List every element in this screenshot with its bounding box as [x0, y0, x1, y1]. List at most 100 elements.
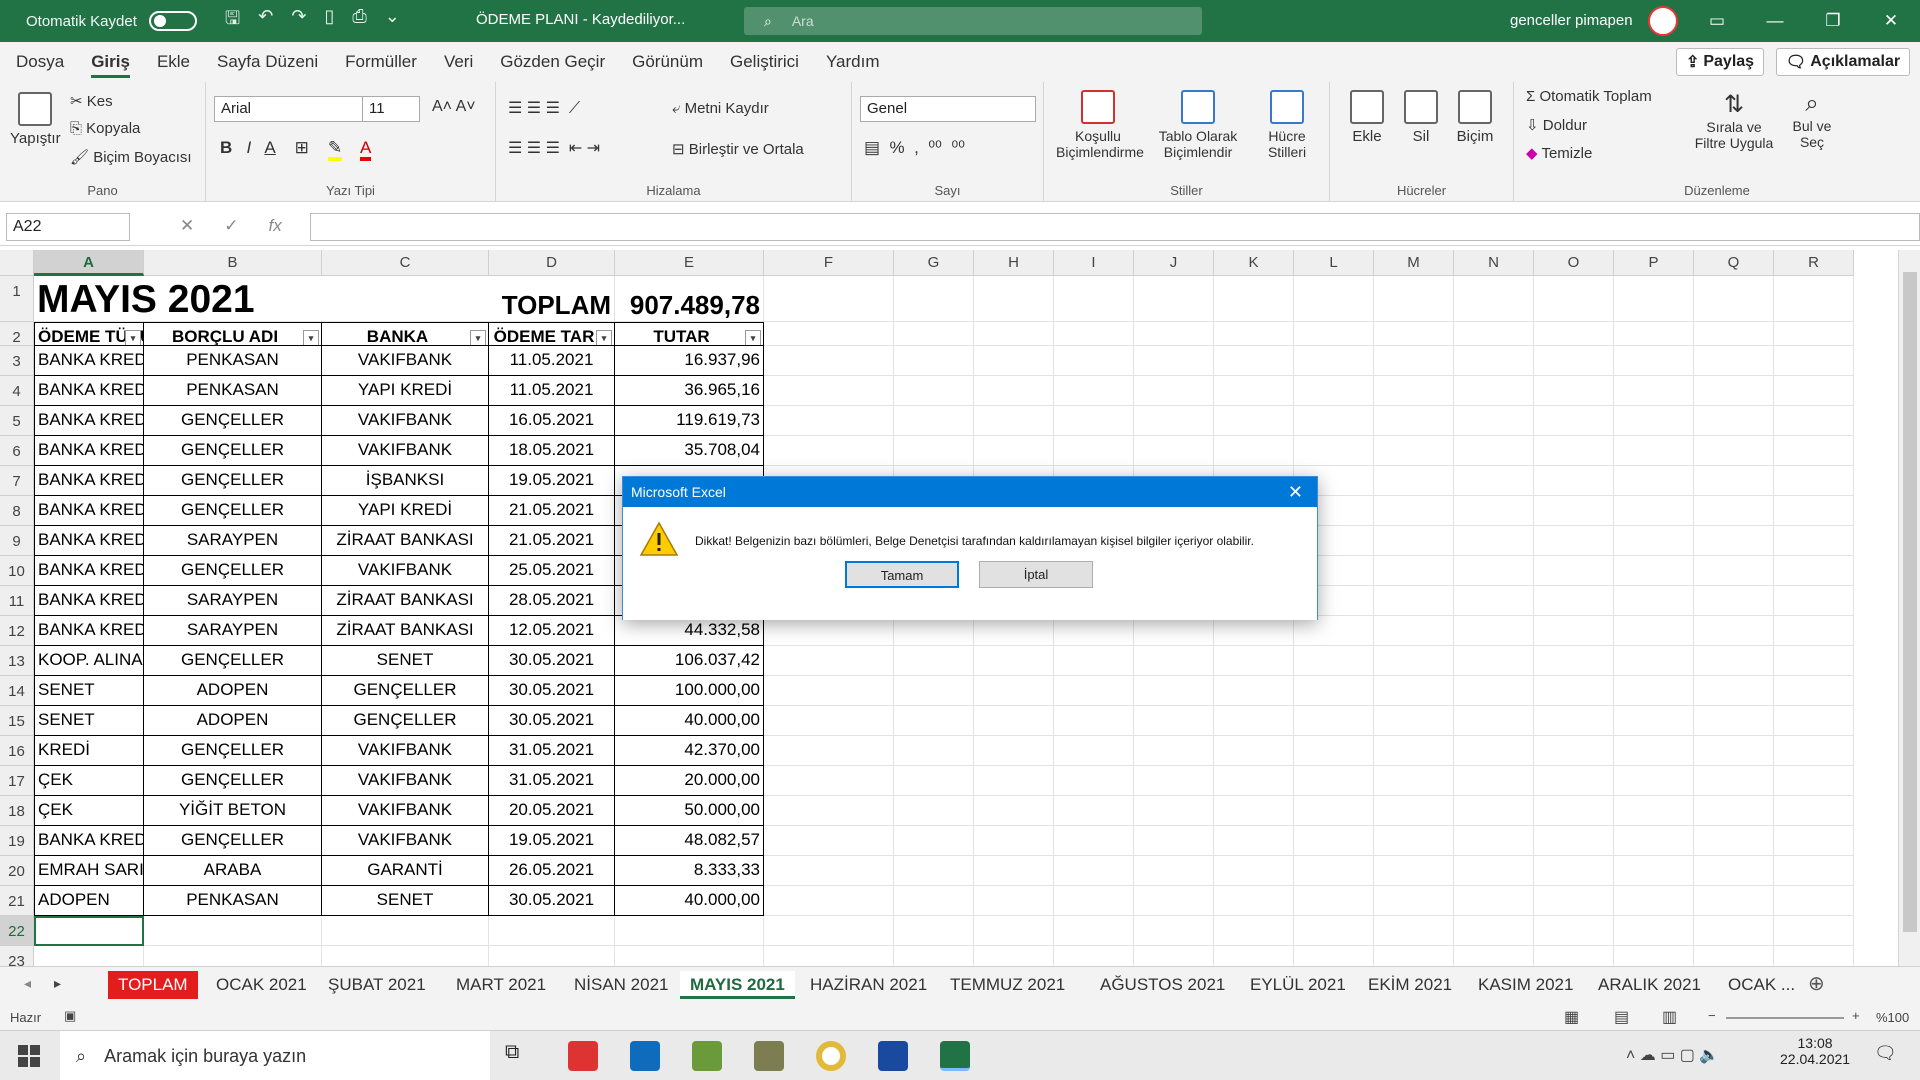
empty-cell[interactable]: [1534, 586, 1614, 616]
empty-cell[interactable]: [1694, 526, 1774, 556]
empty-cell[interactable]: [1454, 406, 1534, 436]
empty-cell[interactable]: [1694, 346, 1774, 376]
date-cell[interactable]: 31.05.2021: [489, 736, 615, 766]
empty-cell[interactable]: [1054, 946, 1134, 966]
column-header[interactable]: A: [34, 250, 144, 276]
row-header[interactable]: 10: [0, 556, 34, 586]
empty-cell[interactable]: [764, 616, 894, 646]
empty-cell[interactable]: [1614, 676, 1694, 706]
date-cell[interactable]: 31.05.2021: [489, 766, 615, 796]
bank-cell[interactable]: VAKIFBANK: [322, 346, 489, 376]
empty-cell[interactable]: [1614, 646, 1694, 676]
taskbar-search[interactable]: ⌕ Aramak için buraya yazın: [60, 1031, 490, 1080]
empty-cell[interactable]: [1454, 526, 1534, 556]
empty-cell[interactable]: [1694, 706, 1774, 736]
zoom-out-icon[interactable]: −: [1708, 1008, 1716, 1023]
empty-cell[interactable]: [764, 646, 894, 676]
empty-cell[interactable]: [1054, 796, 1134, 826]
empty-cell[interactable]: [1054, 766, 1134, 796]
empty-cell[interactable]: [1214, 436, 1294, 466]
empty-cell[interactable]: [1774, 466, 1854, 496]
debtor-cell[interactable]: GENÇELLER: [144, 556, 322, 586]
empty-cell[interactable]: [1774, 946, 1854, 966]
empty-cell[interactable]: [1454, 322, 1534, 346]
empty-cell[interactable]: [322, 946, 489, 966]
close-icon[interactable]: ✕: [1862, 0, 1920, 42]
format-as-table-button[interactable]: Tablo Olarak Biçimlendir: [1156, 90, 1240, 160]
bank-cell[interactable]: GARANTİ: [322, 856, 489, 886]
empty-cell[interactable]: [1614, 766, 1694, 796]
empty-cell[interactable]: [1694, 946, 1774, 966]
grow-shrink-font[interactable]: A˄ A˅: [432, 98, 476, 116]
empty-cell[interactable]: [1614, 706, 1694, 736]
empty-cell[interactable]: [1214, 766, 1294, 796]
empty-cell[interactable]: [1294, 796, 1374, 826]
empty-cell[interactable]: [1134, 916, 1214, 946]
empty-cell[interactable]: [1614, 466, 1694, 496]
amount-cell[interactable]: 8.333,33: [615, 856, 764, 886]
empty-cell[interactable]: [1774, 616, 1854, 646]
empty-cell[interactable]: [974, 322, 1054, 346]
empty-cell[interactable]: [764, 676, 894, 706]
empty-cell[interactable]: [1374, 646, 1454, 676]
empty-cell[interactable]: [894, 646, 974, 676]
italic-icon[interactable]: I: [246, 138, 251, 157]
paste-button[interactable]: Yapıştır: [10, 92, 61, 147]
empty-cell[interactable]: [1214, 826, 1294, 856]
font-size-select[interactable]: 11: [362, 96, 420, 122]
row-header[interactable]: 11: [0, 586, 34, 616]
empty-cell[interactable]: [1294, 706, 1374, 736]
empty-cell[interactable]: [894, 436, 974, 466]
chrome-icon[interactable]: [816, 1041, 846, 1071]
empty-cell[interactable]: [1534, 766, 1614, 796]
empty-cell[interactable]: [1214, 886, 1294, 916]
filter-dropdown-icon[interactable]: ▾: [303, 330, 319, 345]
ok-button[interactable]: Tamam: [845, 561, 959, 588]
sheet-tab[interactable]: OCAK 2021: [206, 971, 317, 999]
new-document-icon[interactable]: ▯: [324, 6, 334, 36]
empty-cell[interactable]: [974, 886, 1054, 916]
debtor-cell[interactable]: SARAYPEN: [144, 526, 322, 556]
vertical-scrollbar[interactable]: [1898, 250, 1920, 966]
empty-cell[interactable]: [1214, 646, 1294, 676]
empty-cell[interactable]: [1054, 322, 1134, 346]
column-title[interactable]: TUTAR ▾: [615, 322, 764, 346]
column-header[interactable]: O: [1534, 250, 1614, 276]
payment-type-cell[interactable]: KOOP. ALINAN D: [34, 646, 144, 676]
dialog-close-icon[interactable]: ✕: [1288, 477, 1303, 507]
empty-cell[interactable]: [1374, 826, 1454, 856]
sheet-tab[interactable]: ŞUBAT 2021: [318, 971, 436, 999]
empty-cell[interactable]: [1694, 856, 1774, 886]
debtor-cell[interactable]: GENÇELLER: [144, 646, 322, 676]
empty-cell[interactable]: [764, 376, 894, 406]
date-cell[interactable]: 30.05.2021: [489, 886, 615, 916]
empty-cell[interactable]: [1774, 406, 1854, 436]
empty-cell[interactable]: [1134, 322, 1214, 346]
row-header[interactable]: 6: [0, 436, 34, 466]
empty-cell[interactable]: [764, 826, 894, 856]
empty-cell[interactable]: [1374, 376, 1454, 406]
empty-cell[interactable]: [1294, 886, 1374, 916]
zoom-level[interactable]: %100: [1876, 1010, 1909, 1025]
bank-cell[interactable]: VAKIFBANK: [322, 736, 489, 766]
page-break-icon[interactable]: ▥: [1662, 1007, 1677, 1027]
column-title[interactable]: ÖDEME TÜRÜ ▾: [34, 322, 144, 346]
empty-cell[interactable]: [974, 346, 1054, 376]
empty-cell[interactable]: [1774, 766, 1854, 796]
empty-cell[interactable]: [894, 676, 974, 706]
wrap-text-button[interactable]: ⤶ Metni Kaydır: [672, 100, 769, 117]
empty-cell[interactable]: [1694, 736, 1774, 766]
find-select-button[interactable]: ⌕ Bul ve Seç: [1784, 90, 1840, 150]
column-header[interactable]: Q: [1694, 250, 1774, 276]
empty-cell[interactable]: [1134, 856, 1214, 886]
empty-cell[interactable]: [1134, 376, 1214, 406]
empty-cell[interactable]: [1534, 946, 1614, 966]
date-cell[interactable]: 21.05.2021: [489, 496, 615, 526]
empty-cell[interactable]: [1054, 826, 1134, 856]
empty-cell[interactable]: [1454, 676, 1534, 706]
avatar[interactable]: [1648, 6, 1678, 36]
empty-cell[interactable]: [1694, 376, 1774, 406]
empty-cell[interactable]: [894, 886, 974, 916]
empty-cell[interactable]: [1694, 406, 1774, 436]
debtor-cell[interactable]: GENÇELLER: [144, 496, 322, 526]
